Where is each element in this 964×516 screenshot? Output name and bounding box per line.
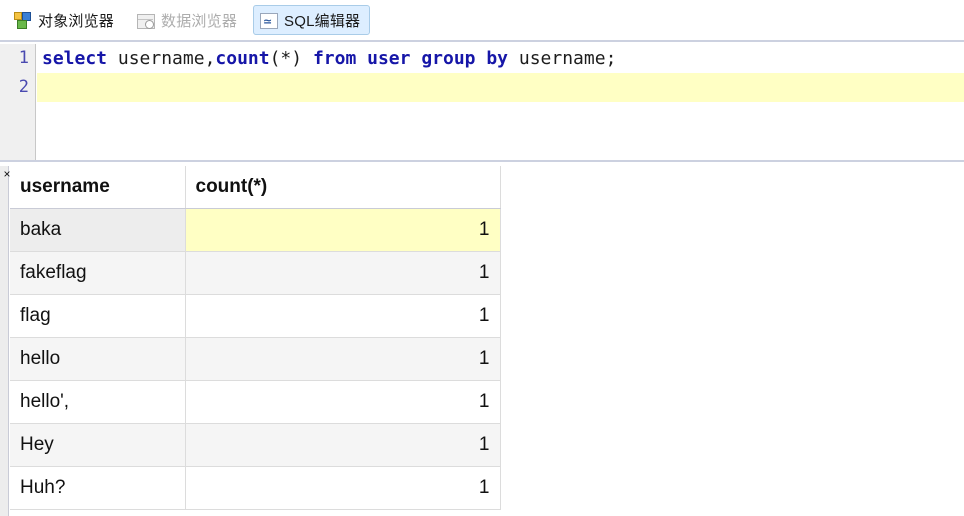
tab-object-browser[interactable]: 对象浏览器 bbox=[7, 5, 124, 35]
data-grid-icon bbox=[137, 13, 156, 29]
sql-sheet-icon: ≃ bbox=[260, 13, 279, 29]
table-header-row: username count(*) bbox=[10, 166, 501, 209]
sql-keyword: from user group by bbox=[312, 48, 509, 69]
cell-username[interactable]: baka bbox=[10, 208, 186, 252]
tab-sql-editor-label: SQL编辑器 bbox=[284, 12, 361, 30]
cell-username[interactable]: hello', bbox=[10, 380, 186, 424]
table-row[interactable]: Huh? 1 bbox=[10, 466, 501, 510]
cell-username[interactable]: flag bbox=[10, 294, 186, 338]
result-grid-pane: × username count(*) baka 1 fakeflag 1 flag 1 h… bbox=[0, 166, 964, 516]
close-icon[interactable]: × bbox=[1, 168, 13, 180]
cell-count[interactable]: 1 bbox=[185, 466, 501, 510]
editor-line-number-gutter: 1 2 bbox=[0, 44, 36, 160]
table-body: baka 1 fakeflag 1 flag 1 hello 1 hello', 1 Hey 1 Huh… bbox=[10, 208, 501, 510]
table-row[interactable]: fakeflag 1 bbox=[10, 251, 501, 295]
cell-username[interactable]: fakeflag bbox=[10, 251, 186, 295]
column-header-count[interactable]: count(*) bbox=[185, 166, 501, 209]
editor-code-area[interactable]: select username,count(*) from user group… bbox=[37, 44, 964, 160]
line-number: 1 bbox=[18, 48, 29, 68]
column-header-username[interactable]: username bbox=[10, 166, 186, 209]
sql-text: (*) bbox=[269, 48, 313, 69]
sql-client-window: 对象浏览器 数据浏览器 ≃ SQL编辑器 1 2 select username… bbox=[0, 0, 964, 516]
cubes-icon bbox=[14, 11, 32, 29]
tab-data-browser[interactable]: 数据浏览器 bbox=[130, 5, 247, 35]
cell-count[interactable]: 1 bbox=[185, 423, 501, 467]
cell-username[interactable]: Huh? bbox=[10, 466, 186, 510]
sql-text: username; bbox=[508, 48, 617, 69]
tab-sql-editor[interactable]: ≃ SQL编辑器 bbox=[253, 5, 371, 35]
code-line[interactable]: select username,count(*) from user group… bbox=[37, 44, 964, 73]
cell-count[interactable]: 1 bbox=[185, 380, 501, 424]
cell-username[interactable]: Hey bbox=[10, 423, 186, 467]
cell-count[interactable]: 1 bbox=[185, 208, 501, 252]
table-row[interactable]: Hey 1 bbox=[10, 423, 501, 467]
tab-data-browser-label: 数据浏览器 bbox=[161, 12, 238, 30]
cell-username[interactable]: hello bbox=[10, 337, 186, 381]
cell-count[interactable]: 1 bbox=[185, 251, 501, 295]
cell-count[interactable]: 1 bbox=[185, 294, 501, 338]
sql-keyword: select bbox=[42, 48, 108, 69]
table-row[interactable]: flag 1 bbox=[10, 294, 501, 338]
sql-text: username, bbox=[107, 48, 216, 69]
table-row[interactable]: baka 1 bbox=[10, 208, 501, 252]
sql-keyword: count bbox=[215, 48, 270, 69]
cell-count[interactable]: 1 bbox=[185, 337, 501, 381]
result-grid-gutter bbox=[0, 166, 9, 516]
result-table: username count(*) baka 1 fakeflag 1 flag 1 hel… bbox=[10, 166, 501, 510]
tab-object-browser-label: 对象浏览器 bbox=[38, 12, 115, 30]
table-row[interactable]: hello', 1 bbox=[10, 380, 501, 424]
sql-editor-pane[interactable]: 1 2 select username,count(*) from user g… bbox=[0, 44, 964, 162]
line-number: 2 bbox=[18, 77, 29, 97]
main-tab-bar: 对象浏览器 数据浏览器 ≃ SQL编辑器 bbox=[0, 0, 964, 42]
code-line-current[interactable] bbox=[37, 73, 964, 102]
table-row[interactable]: hello 1 bbox=[10, 337, 501, 381]
